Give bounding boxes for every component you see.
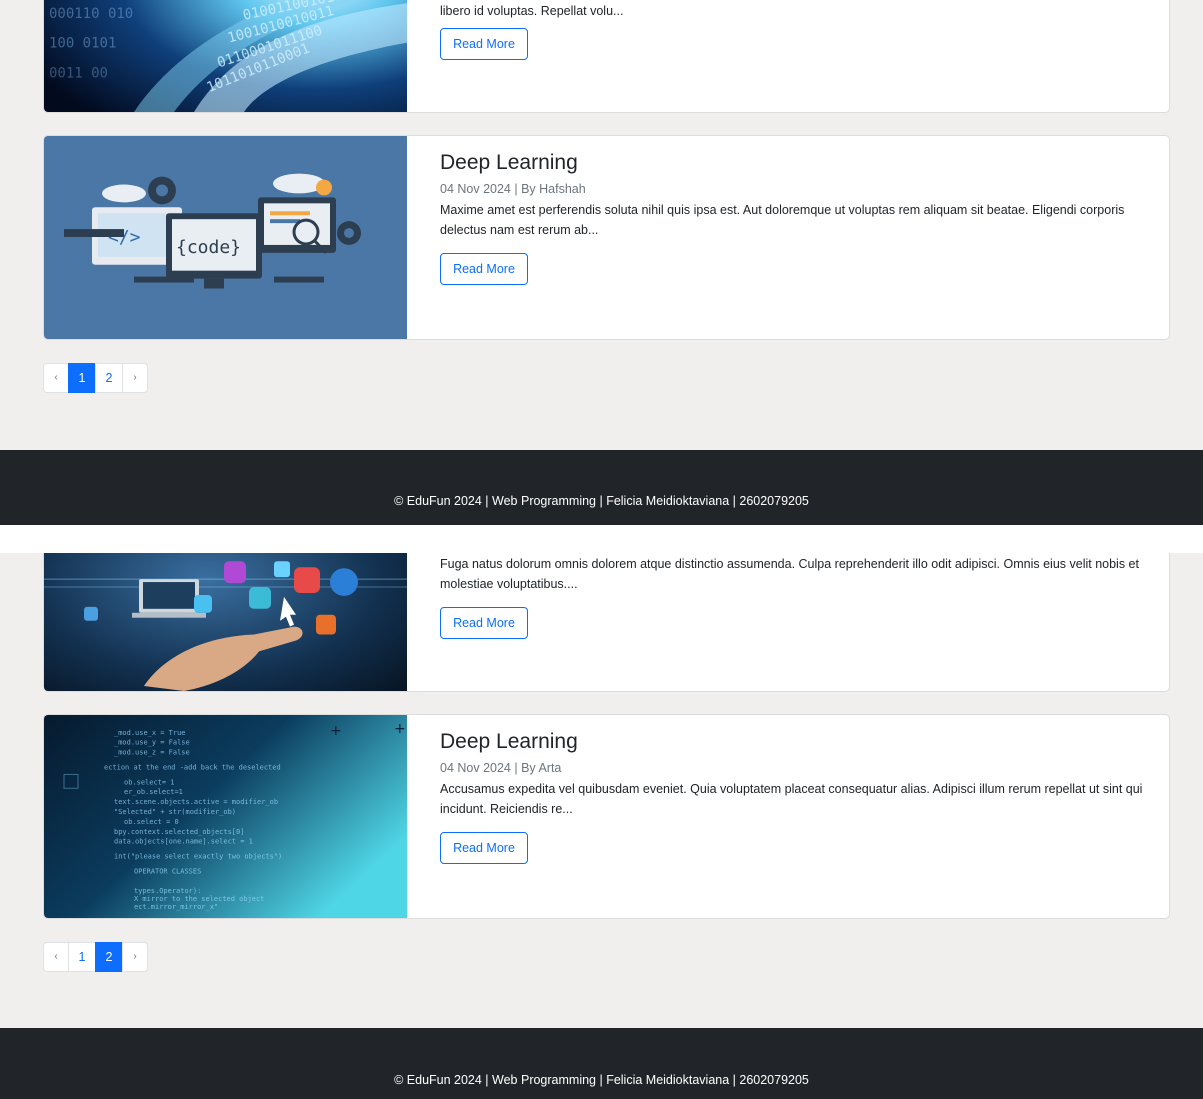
card-excerpt: Maxime amet est perferendis soluta nihil… [440,203,1125,237]
svg-text:_mod.use_z = False: _mod.use_z = False [114,749,190,757]
svg-text:000110 010: 000110 010 [49,6,133,22]
pagination: ‹ 1 2 › [43,363,148,393]
card-title: Deep Learning [440,730,578,753]
article-card: Fuga natus dolorum omnis dolorem atque d… [43,553,1170,692]
svg-text:_mod.use_y = False: _mod.use_y = False [114,739,190,747]
read-more-button[interactable]: Read More [440,832,528,864]
footer: © EduFun 2024 | Web Programming | Felici… [0,1028,1203,1099]
code-monitors-image: </> {code} [44,136,407,339]
svg-text:X mirror to the selected objec: X mirror to the selected object [134,895,264,903]
svg-text:OPERATOR CLASSES: OPERATOR CLASSES [134,867,201,875]
svg-text:0011 00: 0011 00 [49,65,108,81]
svg-text:+: + [330,723,342,739]
pagination-next[interactable]: › [122,942,148,972]
footer-text: © EduFun 2024 | Web Programming | Felici… [394,1073,809,1087]
read-more-button[interactable]: Read More [440,607,528,639]
pagination-next[interactable]: › [122,363,148,393]
code-screen-image: _mod.use_x = True _mod.use_y = False _mo… [44,715,407,918]
svg-text:+: + [394,721,406,737]
card-excerpt: libero id voluptas. Repellat volu... [440,4,624,18]
svg-text:_mod.use_x = True: _mod.use_x = True [114,729,186,737]
article-card: _mod.use_x = True _mod.use_y = False _mo… [43,714,1170,919]
footer: © EduFun 2024 | Web Programming | Felici… [0,450,1203,525]
svg-text:int("please select exactly two: int("please select exactly two objects") [114,853,282,861]
pagination: ‹ 1 2 › [43,942,148,972]
svg-text:data.objects[one.name].select: data.objects[one.name].select = 1 [114,838,253,846]
svg-text:text.scene.objects.active = mo: text.scene.objects.active = modifier_ob [114,798,278,806]
pagination-page-1[interactable]: 1 [68,363,96,393]
read-more-button[interactable]: Read More [440,253,528,285]
svg-text:ect.mirror_mirror_x": ect.mirror_mirror_x" [134,903,218,911]
read-more-button[interactable]: Read More [440,28,528,60]
svg-text:ection at the end -add back th: ection at the end -add back the deselect… [104,763,281,771]
pagination-prev[interactable]: ‹ [43,942,69,972]
screenshot-bottom: Fuga natus dolorum omnis dolorem atque d… [0,553,1203,1099]
card-excerpt: Fuga natus dolorum omnis dolorem atque d… [440,557,1139,591]
svg-text:{code}: {code} [176,237,241,258]
pagination-prev[interactable]: ‹ [43,363,69,393]
svg-text:ob.select = 0: ob.select = 0 [124,818,179,826]
svg-text:bpy.context.selected_objects[0: bpy.context.selected_objects[0] [114,828,244,836]
footer-text: © EduFun 2024 | Web Programming | Felici… [394,494,809,508]
pagination-page-2[interactable]: 2 [95,363,123,393]
svg-text:types.Operator):: types.Operator): [134,887,201,895]
article-card: </> {code} Deep Learning 04 Nov 2024 | B… [43,135,1170,340]
svg-text:ob.select= 1: ob.select= 1 [124,778,174,786]
binary-tunnel-image: 0100110010101 1001010010011 011000101110… [44,0,407,112]
screenshot-top: 0100110010101 1001010010011 011000101110… [0,0,1203,525]
svg-text:100 0101: 100 0101 [49,36,116,52]
article-card: 0100110010101 1001010010011 011000101110… [43,0,1170,113]
card-meta: 04 Nov 2024 | By Arta [440,761,562,775]
svg-text:er_ob.select=1: er_ob.select=1 [124,788,183,796]
floating-apps-hand-image [44,553,407,691]
card-title: Deep Learning [440,151,578,174]
card-excerpt: Accusamus expedita vel quibusdam eveniet… [440,782,1143,816]
card-meta: 04 Nov 2024 | By Hafshah [440,182,586,196]
pagination-page-1[interactable]: 1 [68,942,96,972]
pagination-page-2[interactable]: 2 [95,942,123,972]
svg-text:"Selected" + str(modifier_ob): "Selected" + str(modifier_ob) [114,808,236,816]
